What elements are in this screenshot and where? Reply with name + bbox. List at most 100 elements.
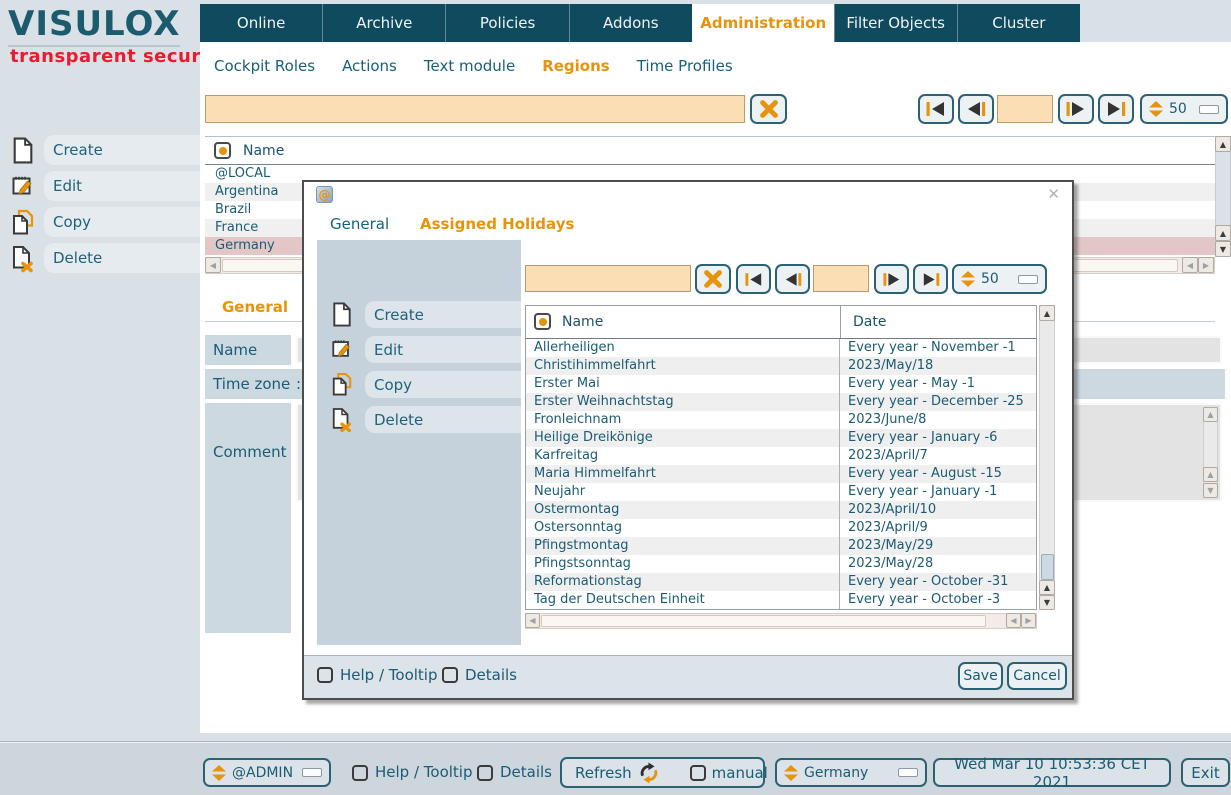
table-row[interactable]: Maria Himmelfahrt Every year - August -1… [526, 465, 1036, 483]
minimize-handle[interactable] [1018, 275, 1038, 284]
first-page-button[interactable] [918, 94, 954, 124]
close-icon[interactable]: ✕ [1047, 185, 1060, 203]
page-number-input[interactable] [813, 265, 869, 292]
scrollbar-thumb[interactable] [1041, 554, 1054, 580]
nav-tab[interactable]: Addons [569, 4, 692, 42]
next-page-button[interactable] [874, 264, 909, 294]
dialog-copy-button[interactable]: Copy [317, 371, 521, 398]
nav-tab[interactable]: Administration [692, 4, 834, 42]
prev-page-button[interactable] [775, 264, 810, 294]
subnav-item-label: Actions [342, 57, 397, 75]
nav-tab[interactable]: Policies [445, 4, 568, 42]
delete-label: Delete [53, 249, 102, 267]
last-page-button[interactable] [1098, 94, 1134, 124]
details-checkbox[interactable] [442, 667, 458, 683]
minimize-handle[interactable] [302, 768, 322, 777]
nav-tab[interactable]: Filter Objects [834, 4, 957, 42]
scroll-left-button[interactable]: ◀ [525, 613, 540, 628]
table-row[interactable]: Reformationstag Every year - October -31 [526, 573, 1036, 591]
page-size-select[interactable]: 50 [1140, 94, 1228, 124]
scroll-down-button[interactable]: ▼ [1203, 483, 1218, 498]
nav-tab[interactable]: Cluster [957, 4, 1080, 42]
scroll-up-button[interactable]: ▲ [1039, 305, 1055, 321]
first-page-button[interactable] [736, 264, 771, 294]
page-size-select[interactable]: 50 [952, 264, 1047, 294]
table-row[interactable]: Erster Weihnachtstag Every year - Decemb… [526, 393, 1036, 411]
prev-page-button[interactable] [958, 94, 994, 124]
regions-vscrollbar[interactable]: ▲ ▲ ▼ [1215, 136, 1231, 257]
select-column-icon[interactable] [534, 313, 551, 330]
manual-checkbox[interactable] [690, 765, 706, 781]
dialog-tab-general[interactable]: General [330, 215, 389, 233]
next-page-button[interactable] [1058, 94, 1094, 124]
scroll-right-button[interactable]: ▶ [1198, 257, 1214, 273]
nav-tab[interactable]: Archive [322, 4, 445, 42]
exit-button[interactable]: Exit [1181, 758, 1230, 787]
scroll-up-button[interactable]: ▲ [1215, 225, 1231, 241]
table-row[interactable]: Fronleichnam 2023/June/8 [526, 411, 1036, 429]
scrollbar-thumb[interactable] [541, 615, 986, 627]
scroll-up-button[interactable]: ▲ [1203, 407, 1218, 422]
holidays-vscrollbar[interactable]: ▲ ▲ ▼ [1039, 305, 1055, 610]
table-row[interactable]: Ostermontag 2023/April/10 [526, 501, 1036, 519]
holiday-date: Every year - November -1 [840, 339, 1036, 357]
scroll-up-button[interactable]: ▲ [1203, 467, 1218, 482]
table-row[interactable]: Tag der Deutschen Einheit Every year - O… [526, 591, 1036, 609]
scroll-left-button[interactable]: ◀ [1006, 613, 1021, 628]
scroll-up-button[interactable]: ▲ [1039, 580, 1055, 595]
table-row[interactable]: Karfreitag 2023/April/7 [526, 447, 1036, 465]
table-row[interactable]: Neujahr Every year - January -1 [526, 483, 1036, 501]
minimize-handle[interactable] [898, 768, 918, 777]
scroll-left-button[interactable]: ◀ [205, 257, 221, 273]
scroll-down-button[interactable]: ▼ [1215, 241, 1231, 257]
help-tooltip-checkbox[interactable] [352, 765, 368, 781]
dialog-edit-button[interactable]: Edit [317, 336, 521, 363]
search-clear-button[interactable] [750, 94, 787, 124]
page-number-input[interactable] [997, 95, 1053, 123]
table-row[interactable]: Allerheiligen Every year - November -1 [526, 339, 1036, 357]
region-select[interactable]: Germany [775, 758, 927, 787]
table-row[interactable]: Pfingstmontag 2023/May/29 [526, 537, 1036, 555]
subnav-item[interactable]: Text module [424, 57, 515, 75]
save-button[interactable]: Save [958, 662, 1003, 690]
refresh-button[interactable]: Refresh [575, 764, 632, 782]
subnav-item[interactable]: Actions [342, 57, 397, 75]
holiday-search-clear-button[interactable] [695, 264, 731, 294]
create-button[interactable]: Create [0, 135, 200, 165]
help-tooltip-checkbox[interactable] [317, 667, 333, 683]
subnav-item[interactable]: Cockpit Roles [214, 57, 315, 75]
scroll-down-button[interactable]: ▼ [1039, 595, 1055, 610]
select-column-icon[interactable] [214, 142, 231, 159]
comment-vscrollbar[interactable]: ▲ ▲ ▼ [1203, 407, 1218, 498]
datetime-display[interactable]: Wed Mar 10 10:53:36 CET 2021 [933, 758, 1171, 787]
table-row[interactable]: Pfingstsonntag 2023/May/28 [526, 555, 1036, 573]
scroll-right-button[interactable]: ▶ [1021, 613, 1036, 628]
table-row[interactable]: Heilige Dreikönige Every year - January … [526, 429, 1036, 447]
table-row[interactable]: Ostersonntag 2023/April/9 [526, 519, 1036, 537]
user-select[interactable]: @ADMIN [203, 758, 331, 787]
minimize-handle[interactable] [1199, 105, 1219, 114]
dialog-tab-assigned-holidays[interactable]: Assigned Holidays [420, 215, 574, 233]
last-page-button[interactable] [913, 264, 948, 294]
scroll-up-button[interactable]: ▲ [1215, 136, 1231, 152]
table-row[interactable]: Christihimmelfahrt 2023/May/18 [526, 357, 1036, 375]
delete-button[interactable]: Delete [0, 243, 200, 273]
details-checkbox[interactable] [477, 765, 493, 781]
holiday-search-input[interactable] [525, 265, 691, 292]
region-search-input[interactable] [205, 95, 745, 123]
tab-general[interactable]: General [222, 298, 288, 316]
dialog-create-button[interactable]: Create [317, 301, 521, 328]
nav-tab[interactable]: Online [200, 4, 322, 42]
holidays-hscrollbar[interactable]: ◀ ◀ ▶ [525, 613, 1037, 629]
dialog-delete-button[interactable]: Delete [317, 406, 521, 433]
edit-button[interactable]: Edit [0, 171, 200, 201]
holiday-name: Erster Mai [526, 375, 840, 393]
scroll-left-button[interactable]: ◀ [1182, 257, 1198, 273]
subnav-item[interactable]: Regions [542, 57, 610, 75]
table-row[interactable]: Erster Mai Every year - May -1 [526, 375, 1036, 393]
region-name: Argentina [215, 184, 278, 199]
cancel-button[interactable]: Cancel [1007, 662, 1067, 690]
refresh-icon[interactable] [638, 762, 660, 784]
subnav-item[interactable]: Time Profiles [637, 57, 733, 75]
copy-button[interactable]: Copy [0, 207, 200, 237]
